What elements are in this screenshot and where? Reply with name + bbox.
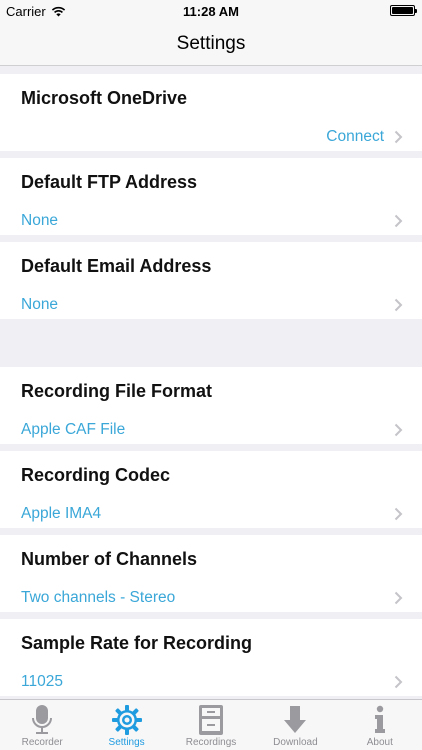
setting-value: Apple IMA4 [21,505,102,522]
tab-label: Download [273,737,318,748]
setting-row-ftp[interactable]: Default FTP Address None [0,158,422,235]
setting-value: Two channels - Stereo [21,589,176,606]
chevron-right-icon [394,298,403,312]
group-separator [0,319,422,367]
section-gap [0,151,422,158]
gear-icon [111,705,142,735]
microphone-icon [32,705,53,734]
tab-settings[interactable]: Settings [84,700,168,750]
tab-label: Recordings [185,737,237,748]
battery-icon [390,5,417,16]
setting-label: Default FTP Address [21,172,198,192]
setting-row-file-format[interactable]: Recording File Format Apple CAF File [0,367,422,444]
tab-label: Recorder [21,737,63,748]
section-gap [0,612,422,619]
tab-recorder[interactable]: Recorder [0,700,84,750]
tab-about[interactable]: About [338,700,422,750]
setting-row-channels[interactable]: Number of Channels Two channels - Stereo [0,535,422,612]
section-gap [0,444,422,451]
setting-value: Apple CAF File [21,421,126,438]
chevron-right-icon [394,591,403,605]
setting-value: 11025 [21,673,63,690]
connect-link[interactable]: Connect [326,128,384,146]
setting-row-sample-rate[interactable]: Sample Rate for Recording 11025 [0,619,422,696]
section-gap [0,235,422,242]
setting-label: Default Email Address [21,256,212,276]
setting-row-email[interactable]: Default Email Address None [0,242,422,319]
page-title: Settings [176,32,246,54]
setting-value: None [21,296,59,313]
chevron-right-icon [394,423,403,437]
chevron-right-icon [394,675,403,689]
chevron-right-icon [394,507,403,521]
info-icon [374,705,385,733]
setting-row-onedrive[interactable]: Microsoft OneDrive Connect [0,74,422,151]
tab-download[interactable]: Download [253,700,337,750]
navigation-bar: Settings [0,22,422,66]
setting-label: Microsoft OneDrive [21,88,188,108]
tab-bar: Recorder Settings Recordings Download Ab… [0,699,422,750]
file-cabinet-icon [199,705,224,735]
setting-row-codec[interactable]: Recording Codec Apple IMA4 [0,451,422,528]
setting-label: Sample Rate for Recording [21,633,253,653]
settings-list: Microsoft OneDrive Connect Default FTP A… [0,67,422,699]
section-gap [0,528,422,535]
download-arrow-icon [284,706,307,733]
setting-value: None [21,212,59,229]
tab-label: Settings [108,737,145,748]
tab-recordings[interactable]: Recordings [169,700,253,750]
tab-label: About [366,737,393,748]
status-bar: Carrier 11:28 AM [0,0,422,22]
setting-label: Number of Channels [21,549,198,569]
setting-label: Recording Codec [21,465,171,485]
chevron-right-icon [394,214,403,228]
chevron-right-icon [394,130,403,144]
section-gap [0,67,422,74]
status-time: 11:28 AM [183,4,239,19]
setting-label: Recording File Format [21,381,213,401]
